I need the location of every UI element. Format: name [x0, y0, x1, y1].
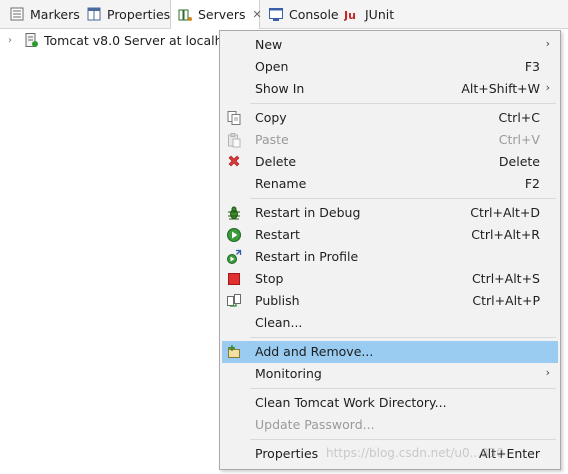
run-icon [227, 228, 241, 242]
menu-shortcut: Ctrl+Alt+R [471, 227, 540, 242]
menu-label: Show In [255, 81, 305, 96]
menu-separator [250, 103, 556, 104]
server-label: Tomcat v8.0 Server at localhos [44, 32, 237, 48]
menu-item-rename[interactable]: Rename F2 [222, 173, 558, 195]
tab-markers[interactable]: Markers [3, 0, 86, 28]
menu-item-stop[interactable]: Stop Ctrl+Alt+S [222, 268, 558, 290]
publish-icon [227, 294, 241, 307]
profile-icon [227, 249, 242, 264]
menu-item-add-and-remove[interactable]: Add and Remove... [222, 341, 558, 363]
menu-shortcut: Ctrl+Alt+P [472, 293, 540, 308]
menu-shortcut: F2 [524, 176, 540, 191]
menu-separator [250, 337, 556, 338]
menu-label: Clean... [255, 315, 303, 330]
menu-label: New [255, 37, 283, 52]
tab-properties[interactable]: Properties [80, 0, 176, 28]
menu-separator [250, 388, 556, 389]
menu-item-open[interactable]: Open F3 [222, 56, 558, 78]
menu-item-copy[interactable]: Copy Ctrl+C [222, 107, 558, 129]
menu-label: Rename [255, 176, 307, 191]
watermark: https://blog.csdn.net/u0...830 [326, 446, 504, 460]
submenu-arrow-icon: › [545, 81, 550, 94]
server-icon [25, 33, 38, 47]
menu-separator [250, 439, 556, 440]
menu-item-paste[interactable]: Paste Ctrl+V [222, 129, 558, 151]
menu-item-clean[interactable]: Clean... [222, 312, 558, 334]
menu-shortcut: Ctrl+Alt+S [471, 271, 540, 286]
menu-label: Copy [255, 110, 287, 125]
copy-icon [227, 111, 241, 125]
menu-label: Clean Tomcat Work Directory... [255, 395, 447, 410]
menu-item-restart-in-profile[interactable]: Restart in Profile [222, 246, 558, 268]
svg-text:Ju: Ju [344, 9, 356, 22]
markers-icon [10, 7, 24, 21]
stop-icon [228, 273, 240, 285]
tab-servers[interactable]: Servers ✕ [170, 0, 262, 29]
view-tab-bar: Markers Properties Servers ✕ Console Ju … [0, 0, 568, 29]
menu-item-new[interactable]: New › [222, 34, 558, 56]
menu-item-monitoring[interactable]: Monitoring › [222, 363, 558, 385]
menu-label: Delete [255, 154, 297, 169]
menu-label: Monitoring [255, 366, 322, 381]
tab-label: JUnit [365, 6, 395, 22]
menu-shortcut: Ctrl+Alt+D [470, 205, 540, 220]
menu-item-show-in[interactable]: Show In Alt+Shift+W › [222, 78, 558, 100]
console-icon [269, 8, 283, 21]
menu-item-restart-in-debug[interactable]: Restart in Debug Ctrl+Alt+D [222, 202, 558, 224]
menu-label: Update Password... [255, 417, 375, 432]
menu-label: Publish [255, 293, 300, 308]
chevron-right-icon[interactable]: › [8, 35, 18, 46]
menu-separator [250, 198, 556, 199]
submenu-arrow-icon: › [545, 366, 550, 379]
menu-label: Properties [255, 446, 319, 461]
submenu-arrow-icon: › [545, 37, 550, 50]
menu-item-delete[interactable]: Delete Delete [222, 151, 558, 173]
junit-icon: Ju [344, 9, 356, 22]
add-remove-icon [228, 345, 240, 358]
menu-shortcut: Alt+Shift+W [461, 81, 540, 96]
menu-label: Open [255, 59, 289, 74]
delete-icon [228, 155, 240, 167]
tab-console[interactable]: Console [262, 0, 345, 28]
menu-item-update-password[interactable]: Update Password... [222, 414, 558, 436]
tab-label: Servers [198, 7, 246, 22]
servers-icon [178, 9, 192, 21]
menu-label: Restart in Profile [255, 249, 359, 264]
context-menu: New › Open F3 Show In Alt+Shift+W › Copy… [219, 30, 561, 470]
menu-item-restart[interactable]: Restart Ctrl+Alt+R [222, 224, 558, 246]
paste-icon [228, 133, 241, 148]
properties-icon [87, 7, 101, 21]
menu-item-publish[interactable]: Publish Ctrl+Alt+P [222, 290, 558, 312]
menu-shortcut: Ctrl+C [498, 110, 540, 125]
close-icon[interactable]: ✕ [253, 8, 262, 21]
menu-label: Restart in Debug [255, 205, 361, 220]
menu-shortcut: Delete [498, 154, 540, 169]
menu-shortcut: Ctrl+V [498, 132, 540, 147]
menu-shortcut: F3 [524, 59, 540, 74]
server-tree-item[interactable]: › Tomcat v8.0 Server at localhos [8, 31, 237, 49]
tab-label: Properties [107, 6, 171, 22]
tab-label: Console [289, 6, 339, 22]
menu-item-clean-work-directory[interactable]: Clean Tomcat Work Directory... [222, 392, 558, 414]
tab-label: Markers [30, 6, 80, 22]
menu-label: Stop [255, 271, 284, 286]
menu-label: Restart [255, 227, 300, 242]
menu-label: Paste [255, 132, 289, 147]
debug-bug-icon [228, 206, 240, 220]
tab-junit[interactable]: Ju JUnit [338, 0, 400, 28]
menu-label: Add and Remove... [255, 344, 374, 359]
